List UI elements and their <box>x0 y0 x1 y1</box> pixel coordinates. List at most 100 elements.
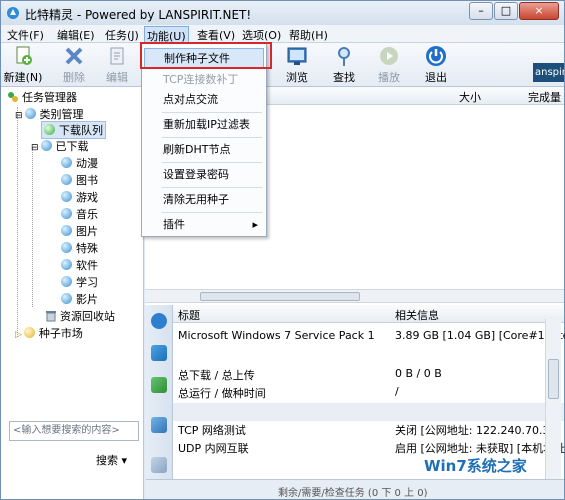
tree-root-task-manager[interactable]: 任务管理器 <box>7 89 77 105</box>
edit-label: 编辑 <box>106 71 128 84</box>
menu-options[interactable]: 选项(O) <box>242 27 281 43</box>
tree-item[interactable]: 音乐 <box>61 206 98 222</box>
done-column-header[interactable]: 完成量 <box>528 89 561 105</box>
category-icon <box>61 276 72 287</box>
tree-item[interactable]: 影片 <box>61 291 98 307</box>
peers-icon[interactable] <box>151 345 167 361</box>
menu-separator <box>162 112 262 113</box>
info-value: 0 B / 0 B <box>395 367 442 380</box>
edit-button[interactable]: 编辑 <box>97 45 137 85</box>
horizontal-scrollbar[interactable] <box>145 289 564 303</box>
info-key: Microsoft Windows 7 Service Pack 1 <box>178 329 375 342</box>
info-key: 总运行 / 做种时间 <box>178 387 266 400</box>
toolbar: 新建(N) 删除 编辑 浏览 查找 播放 退出 anspir <box>1 43 564 87</box>
expand-icon: ▷ <box>15 330 22 340</box>
plugins-label: 插件 <box>163 218 185 231</box>
exit-label: 退出 <box>425 71 447 84</box>
info-value: 3.89 GB [1.04 GB] [Core#1 Inte <box>395 329 565 342</box>
tree-item[interactable]: 软件 <box>61 257 98 273</box>
search-icon <box>338 47 350 66</box>
tree-item-label: 影片 <box>76 293 98 306</box>
menu-item-refresh-dht[interactable]: 刷新DHT节点 <box>142 140 266 160</box>
menu-item-reload-ip-filter[interactable]: 重新加载IP过滤表 <box>142 115 266 135</box>
tree-category-label: 类别管理 <box>39 108 84 121</box>
submenu-arrow-icon: ▸ <box>252 218 258 231</box>
menu-function[interactable]: 功能(U) <box>144 26 189 43</box>
tree-recycle-label: 资源回收站 <box>60 310 115 323</box>
browse-label: 浏览 <box>286 71 308 84</box>
tree-item-label: 图书 <box>76 174 98 187</box>
find-label: 查找 <box>333 71 355 84</box>
new-label: 新建(N) <box>3 71 43 84</box>
delete-button[interactable]: 删除 <box>54 45 94 85</box>
recycle-bin-icon <box>46 311 56 322</box>
tree-item[interactable]: 特殊 <box>61 240 98 256</box>
close-button[interactable]: × <box>519 2 559 20</box>
info-row: 总下载 / 总上传 0 B / 0 B <box>173 365 564 383</box>
tree-item[interactable]: 游戏 <box>61 189 98 205</box>
transfer-icon[interactable] <box>151 377 167 393</box>
menu-item-tcp-patch[interactable]: TCP连接数补丁 <box>142 70 266 90</box>
tree-category-management[interactable]: ⊟ 类别管理 <box>15 106 84 122</box>
delete-label: 删除 <box>63 71 85 84</box>
tree-root-label: 任务管理器 <box>22 91 77 104</box>
menu-item-clear-seeds[interactable]: 清除无用种子 <box>142 190 266 210</box>
tree-item-label: 特殊 <box>76 242 98 255</box>
tree-seed-market[interactable]: ▷ 种子市场 <box>15 325 83 341</box>
menu-view[interactable]: 查看(V) <box>197 27 235 43</box>
collapse-icon: ⊟ <box>15 111 23 121</box>
tree-item[interactable]: 学习 <box>61 274 98 290</box>
category-icon <box>61 157 72 168</box>
info-row: UDP 内网互联 启用 [公网地址: 未获取] [本机地址 <box>173 438 565 456</box>
tree-item[interactable]: 图书 <box>61 172 98 188</box>
menu-file[interactable]: 文件(F) <box>7 27 44 43</box>
info-header-label: 标题 <box>178 309 200 322</box>
size-column-header[interactable]: 大小 <box>459 89 481 105</box>
minimize-button[interactable]: – <box>469 2 493 20</box>
tree-item[interactable]: 图片 <box>61 223 98 239</box>
browse-icon <box>287 47 307 65</box>
menu-edit[interactable]: 编辑(E) <box>57 27 95 43</box>
menu-separator <box>162 162 262 163</box>
log-icon[interactable] <box>151 457 167 473</box>
tree-download-queue[interactable]: 下载队列 <box>41 121 106 139</box>
exit-button[interactable]: 退出 <box>416 45 456 85</box>
find-button[interactable]: 查找 <box>324 45 364 85</box>
search-input[interactable]: <输入想要搜索的内容> <box>9 421 139 441</box>
tree-item-label: 学习 <box>76 276 98 289</box>
info-value: 关闭 [公网地址: 122.240.70.34] <box>395 424 561 437</box>
scroll-thumb[interactable] <box>548 359 559 399</box>
info-value: 启用 [公网地址: 未获取] [本机地址 <box>395 442 565 455</box>
download-queue-icon <box>44 124 55 135</box>
files-icon[interactable] <box>151 417 167 433</box>
tree-market-label: 种子市场 <box>38 327 83 340</box>
tree-item-label: 游戏 <box>76 191 98 204</box>
edit-icon <box>110 47 124 65</box>
menu-item-set-password[interactable]: 设置登录密码 <box>142 165 266 185</box>
info-row: Microsoft Windows 7 Service Pack 1 3.89 G… <box>173 327 565 345</box>
play-button[interactable]: 播放 <box>369 45 409 85</box>
tree-downloaded[interactable]: ⊟ 已下载 <box>31 138 89 154</box>
info-icon[interactable] <box>151 313 167 329</box>
tree-item-label: 动漫 <box>76 157 98 170</box>
menu-item-plugins[interactable]: 插件 ▸ <box>142 215 266 235</box>
browse-button[interactable]: 浏览 <box>277 45 317 85</box>
menu-item-p2p-chat[interactable]: 点对点交流 <box>142 90 266 110</box>
search-button[interactable]: 搜索 ▾ <box>96 452 127 468</box>
info-header-row: 标题 相关信息 <box>173 305 564 323</box>
maximize-button[interactable]: □ <box>494 2 518 20</box>
new-button[interactable]: 新建(N) <box>3 45 43 85</box>
menu-help[interactable]: 帮助(H) <box>289 27 328 43</box>
app-icon <box>7 7 19 19</box>
menu-separator <box>162 187 262 188</box>
tree-queue-label: 下载队列 <box>59 124 103 137</box>
scroll-thumb[interactable] <box>200 292 360 301</box>
tree-item-label: 软件 <box>76 259 98 272</box>
category-icon <box>61 293 72 304</box>
tree-item[interactable]: 动漫 <box>61 155 98 171</box>
menu-task[interactable]: 任务(J) <box>105 27 139 43</box>
menu-separator <box>162 212 262 213</box>
app-window: 比特精灵 - Powered by LANSPIRIT.NET! – □ × 文… <box>0 0 565 500</box>
tree-recycle-bin[interactable]: 资源回收站 <box>45 308 115 324</box>
new-task-icon <box>16 46 32 65</box>
